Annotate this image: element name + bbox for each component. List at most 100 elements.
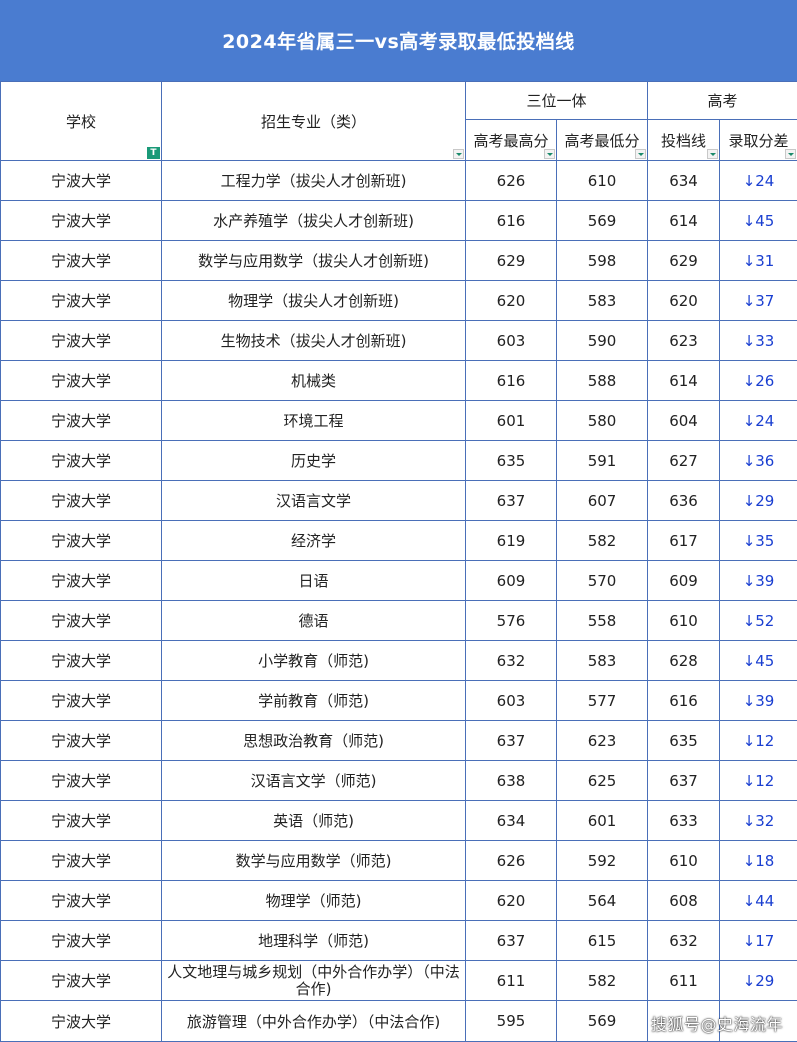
cell-diff: ↓35 [720, 521, 797, 561]
header-group-sanwei: 三位一体 [466, 82, 648, 120]
cell-diff: ↓31 [720, 241, 797, 281]
table-row: 宁波大学环境工程601580604↓24 [1, 401, 797, 441]
header-school-label: 学校 [66, 113, 96, 131]
cell-toudang: 614 [648, 201, 720, 241]
cell-min: 615 [557, 921, 648, 961]
cell-major: 工程力学（拔尖人才创新班) [162, 161, 466, 201]
cell-max: 632 [466, 641, 557, 681]
cell-major: 德语 [162, 601, 466, 641]
header-toudang: 投档线 [648, 120, 720, 161]
cell-school: 宁波大学 [1, 641, 162, 681]
cell-diff: ↓18 [720, 841, 797, 881]
cell-school: 宁波大学 [1, 201, 162, 241]
table-row: 宁波大学英语（师范)634601633↓32 [1, 801, 797, 841]
table-row: 宁波大学物理学（拔尖人才创新班)620583620↓37 [1, 281, 797, 321]
cell-toudang: 629 [648, 241, 720, 281]
cell-diff: ↓39 [720, 681, 797, 721]
cell-max: 601 [466, 401, 557, 441]
cell-toudang: 611 [648, 961, 720, 1001]
cell-major: 机械类 [162, 361, 466, 401]
cell-min: 610 [557, 161, 648, 201]
table-row: 宁波大学物理学（师范)620564608↓44 [1, 881, 797, 921]
cell-toudang: 633 [648, 801, 720, 841]
cell-major: 水产养殖学（拔尖人才创新班) [162, 201, 466, 241]
table-row: 宁波大学人文地理与城乡规划（中外合作办学）（中法合作)611582611↓29 [1, 961, 797, 1001]
cell-major: 数学与应用数学（师范) [162, 841, 466, 881]
cell-diff: ↓17 [720, 921, 797, 961]
cell-max: 635 [466, 441, 557, 481]
cell-min: 583 [557, 281, 648, 321]
header-min-label: 高考最低分 [565, 132, 640, 150]
cell-diff: ↓44 [720, 881, 797, 921]
cell-diff: ↓36 [720, 441, 797, 481]
cell-min: 583 [557, 641, 648, 681]
cell-max: 620 [466, 281, 557, 321]
cell-min: 570 [557, 561, 648, 601]
cell-min: 590 [557, 321, 648, 361]
cell-diff: ↓26 [720, 361, 797, 401]
cell-max: 629 [466, 241, 557, 281]
cell-diff: ↓12 [720, 761, 797, 801]
cell-diff: ↓32 [720, 801, 797, 841]
filter-dropdown-icon[interactable] [785, 149, 796, 159]
filter-dropdown-icon[interactable] [635, 149, 646, 159]
cell-diff: ↓24 [720, 161, 797, 201]
cell-max: 616 [466, 201, 557, 241]
header-diff-label: 录取分差 [729, 132, 789, 150]
cell-school: 宁波大学 [1, 1001, 162, 1042]
cell-toudang: 620 [648, 281, 720, 321]
watermark: 搜狐号@史海流年 [651, 1011, 783, 1035]
cell-toudang: 636 [648, 481, 720, 521]
table-row: 宁波大学历史学635591627↓36 [1, 441, 797, 481]
cell-major: 思想政治教育（师范) [162, 721, 466, 761]
cell-toudang: 610 [648, 841, 720, 881]
table-row: 宁波大学地理科学（师范)637615632↓17 [1, 921, 797, 961]
cell-min: 582 [557, 521, 648, 561]
table-row: 宁波大学汉语言文学（师范)638625637↓12 [1, 761, 797, 801]
cell-major: 汉语言文学 [162, 481, 466, 521]
header-group-gaokao: 高考 [648, 82, 797, 120]
cell-major: 汉语言文学（师范) [162, 761, 466, 801]
table-row: 宁波大学数学与应用数学（师范)626592610↓18 [1, 841, 797, 881]
cell-major: 生物技术（拔尖人才创新班) [162, 321, 466, 361]
table-row: 宁波大学经济学619582617↓35 [1, 521, 797, 561]
table-row: 宁波大学学前教育（师范)603577616↓39 [1, 681, 797, 721]
cell-max: 626 [466, 161, 557, 201]
header-major: 招生专业（类） [162, 82, 466, 161]
cell-diff: ↓39 [720, 561, 797, 601]
filter-dropdown-icon[interactable] [453, 149, 464, 159]
cell-diff: ↓45 [720, 201, 797, 241]
cell-toudang: 623 [648, 321, 720, 361]
cell-school: 宁波大学 [1, 241, 162, 281]
cell-diff: ↓24 [720, 401, 797, 441]
cell-min: 598 [557, 241, 648, 281]
cell-toudang: 617 [648, 521, 720, 561]
cell-min: 607 [557, 481, 648, 521]
cell-school: 宁波大学 [1, 441, 162, 481]
cell-school: 宁波大学 [1, 161, 162, 201]
table-row: 宁波大学德语576558610↓52 [1, 601, 797, 641]
cell-school: 宁波大学 [1, 361, 162, 401]
filter-dropdown-icon[interactable] [544, 149, 555, 159]
table-row: 宁波大学机械类616588614↓26 [1, 361, 797, 401]
cell-diff: ↓29 [720, 961, 797, 1001]
cell-school: 宁波大学 [1, 401, 162, 441]
header-max-score: 高考最高分 [466, 120, 557, 161]
cell-major: 小学教育（师范) [162, 641, 466, 681]
cell-major: 旅游管理（中外合作办学）（中法合作) [162, 1001, 466, 1042]
cell-toudang: 627 [648, 441, 720, 481]
header-school: 学校 T [1, 82, 162, 161]
filter-active-icon[interactable]: T [147, 147, 160, 159]
cell-max: 620 [466, 881, 557, 921]
filter-dropdown-icon[interactable] [707, 149, 718, 159]
cell-diff: ↓33 [720, 321, 797, 361]
cell-min: 582 [557, 961, 648, 1001]
cell-min: 580 [557, 401, 648, 441]
cell-min: 588 [557, 361, 648, 401]
cell-diff: ↓52 [720, 601, 797, 641]
cell-min: 577 [557, 681, 648, 721]
cell-max: 603 [466, 681, 557, 721]
cell-school: 宁波大学 [1, 961, 162, 1001]
cell-major: 地理科学（师范) [162, 921, 466, 961]
cell-diff: ↓29 [720, 481, 797, 521]
